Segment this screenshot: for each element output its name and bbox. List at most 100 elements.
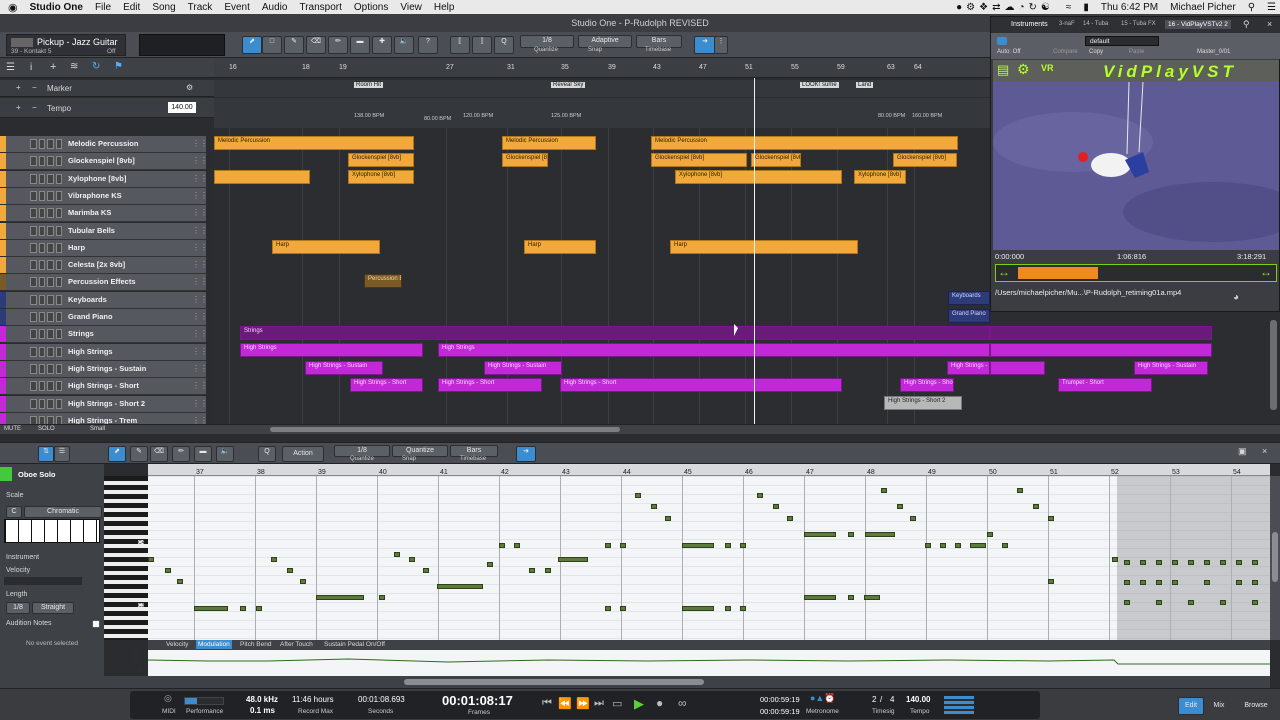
track-mute-button[interactable]	[30, 277, 37, 287]
clip-hs-sustain-1[interactable]: High Strings - Sustain	[305, 361, 383, 375]
midi-note[interactable]	[1252, 600, 1258, 605]
midi-note[interactable]	[1156, 560, 1162, 565]
midi-note[interactable]	[256, 606, 262, 611]
track-mute-button[interactable]	[30, 156, 37, 166]
scroll-button[interactable]: ⋮	[714, 36, 728, 54]
vidplay-doc-icon[interactable]: ▤	[997, 62, 1009, 78]
track-record-button[interactable]	[47, 312, 54, 322]
midi-note[interactable]	[1172, 560, 1178, 565]
editor-snap-select[interactable]: Quantize	[392, 445, 448, 457]
midi-note[interactable]	[271, 557, 277, 562]
playhead[interactable]	[754, 78, 755, 424]
track-monitor-button[interactable]	[55, 226, 62, 236]
track-header[interactable]: High Strings - Short ⋮⋮	[6, 378, 208, 395]
marker-look[interactable]: LOOK! sume	[800, 82, 839, 88]
clip-hs-short-4[interactable]: High Strings - Short	[900, 378, 954, 392]
marker-reveal-sky[interactable]: Reveal Sky	[551, 82, 586, 88]
midi-note[interactable]	[1048, 579, 1054, 584]
clip-hs-sustain-3[interactable]: High Strings - Sustain	[947, 361, 990, 375]
vidplay-gear-icon[interactable]: ⚙	[1017, 61, 1030, 78]
view-edit-button[interactable]: Edit	[1178, 697, 1204, 715]
tempo-track-header[interactable]: + − Tempo 140.00	[0, 98, 214, 118]
timesig-numerator[interactable]: 2	[872, 695, 876, 704]
track-record-button[interactable]	[47, 208, 54, 218]
midi-note[interactable]	[1236, 560, 1242, 565]
track-record-button[interactable]	[47, 277, 54, 287]
tempo-lane[interactable]	[214, 98, 990, 128]
track-header[interactable]: Keyboards ⋮⋮	[6, 292, 208, 309]
track-size-button[interactable]: Small	[90, 426, 105, 432]
track-solo-button[interactable]	[38, 156, 45, 166]
midi-note[interactable]	[970, 543, 986, 548]
lane-tab-after-touch[interactable]: After Touch	[280, 641, 313, 648]
track-mute-button[interactable]	[30, 329, 37, 339]
marker-settings-icon[interactable]: ⚙	[186, 83, 193, 92]
tempo-plus-icon[interactable]: +	[16, 103, 21, 112]
editor-length-mode[interactable]: Straight	[32, 602, 74, 614]
app-menu[interactable]: Studio One	[30, 2, 83, 13]
midi-note[interactable]	[165, 568, 171, 573]
track-record-button[interactable]	[47, 347, 54, 357]
track-record-button[interactable]	[47, 260, 54, 270]
lane-tab-modulation[interactable]: Modulation	[196, 640, 232, 649]
preset-select[interactable]: default	[1085, 36, 1159, 46]
midi-note[interactable]	[1048, 516, 1054, 521]
track-monitor-button[interactable]	[55, 381, 62, 391]
wifi-icon[interactable]: ≈	[1066, 2, 1072, 13]
track-header[interactable]: Tubular Bells ⋮⋮	[6, 223, 208, 240]
midi-note[interactable]	[1140, 580, 1146, 585]
midi-note[interactable]	[1204, 580, 1210, 585]
listen-tool-button[interactable]: 🔈	[394, 36, 414, 54]
track-mute-button[interactable]	[30, 226, 37, 236]
track-controls[interactable]	[30, 139, 62, 149]
solo-all-button[interactable]: SOLO	[38, 426, 55, 432]
midi-note[interactable]	[740, 606, 746, 611]
paste-button[interactable]: Paste	[1129, 49, 1144, 55]
track-header[interactable]: Harp ⋮⋮	[6, 240, 208, 257]
track-mute-button[interactable]	[30, 399, 37, 409]
midi-note[interactable]	[1124, 580, 1130, 585]
tempo-display[interactable]: 140.00	[906, 695, 930, 704]
zoom-button[interactable]: Q	[494, 36, 514, 54]
midi-note[interactable]	[1112, 557, 1118, 562]
master-output[interactable]: Master_0/01	[1197, 49, 1230, 55]
mute-tool-button[interactable]: ▬	[350, 36, 370, 54]
track-solo-button[interactable]	[38, 329, 45, 339]
midi-note[interactable]	[620, 606, 626, 611]
track-monitor-button[interactable]	[55, 208, 62, 218]
track-controls[interactable]	[30, 381, 62, 391]
tempo-minus-icon[interactable]: −	[32, 103, 37, 112]
track-header[interactable]: Celesta [2x 8vb] ⋮⋮	[6, 257, 208, 274]
track-monitor-button[interactable]	[55, 277, 62, 287]
sync-icon[interactable]: ↻	[92, 61, 100, 72]
arrange-h-scrollbar[interactable]	[270, 427, 620, 432]
arrow-tool-button[interactable]: ⬈	[242, 36, 262, 54]
track-solo-button[interactable]	[38, 191, 45, 201]
flag-icon[interactable]: ⚑	[114, 61, 123, 72]
editor-h-scrollbar[interactable]	[104, 676, 1270, 688]
return-to-zero-icon[interactable]: ⏮	[542, 697, 552, 710]
view-mix-button[interactable]: Mix	[1206, 697, 1232, 715]
clip-glock-2[interactable]: Glockenspiel [8vb]	[502, 153, 548, 167]
editor-scale-type[interactable]: Chromatic	[24, 506, 102, 518]
clip-hs-short2[interactable]: High Strings - Short 2	[884, 396, 962, 410]
midi-note[interactable]	[725, 606, 731, 611]
arrange-v-scrollbar[interactable]	[1270, 320, 1277, 410]
editor-keyboard-icon[interactable]	[4, 519, 100, 543]
tab-tuba[interactable]: 14 - Tuba	[1083, 21, 1108, 27]
view-browse-button[interactable]: Browse	[1236, 697, 1276, 715]
inspector-icon[interactable]: i	[30, 62, 32, 73]
midi-note[interactable]	[240, 606, 246, 611]
track-controls[interactable]	[30, 174, 62, 184]
track-monitor-button[interactable]	[55, 260, 62, 270]
midi-note[interactable]	[1124, 560, 1130, 565]
vidplay-vr-icon[interactable]: VR	[1041, 63, 1054, 73]
skip-end-icon[interactable]: ⏭	[594, 697, 604, 710]
clip-hs-short-3[interactable]: High Strings - Short	[560, 378, 842, 392]
track-solo-button[interactable]	[38, 399, 45, 409]
midi-note[interactable]	[423, 568, 429, 573]
scrub-left-arrow-icon[interactable]: ↔	[998, 265, 1010, 279]
track-mute-button[interactable]	[30, 191, 37, 201]
midi-note[interactable]	[757, 493, 763, 498]
video-frame[interactable]	[993, 82, 1279, 250]
